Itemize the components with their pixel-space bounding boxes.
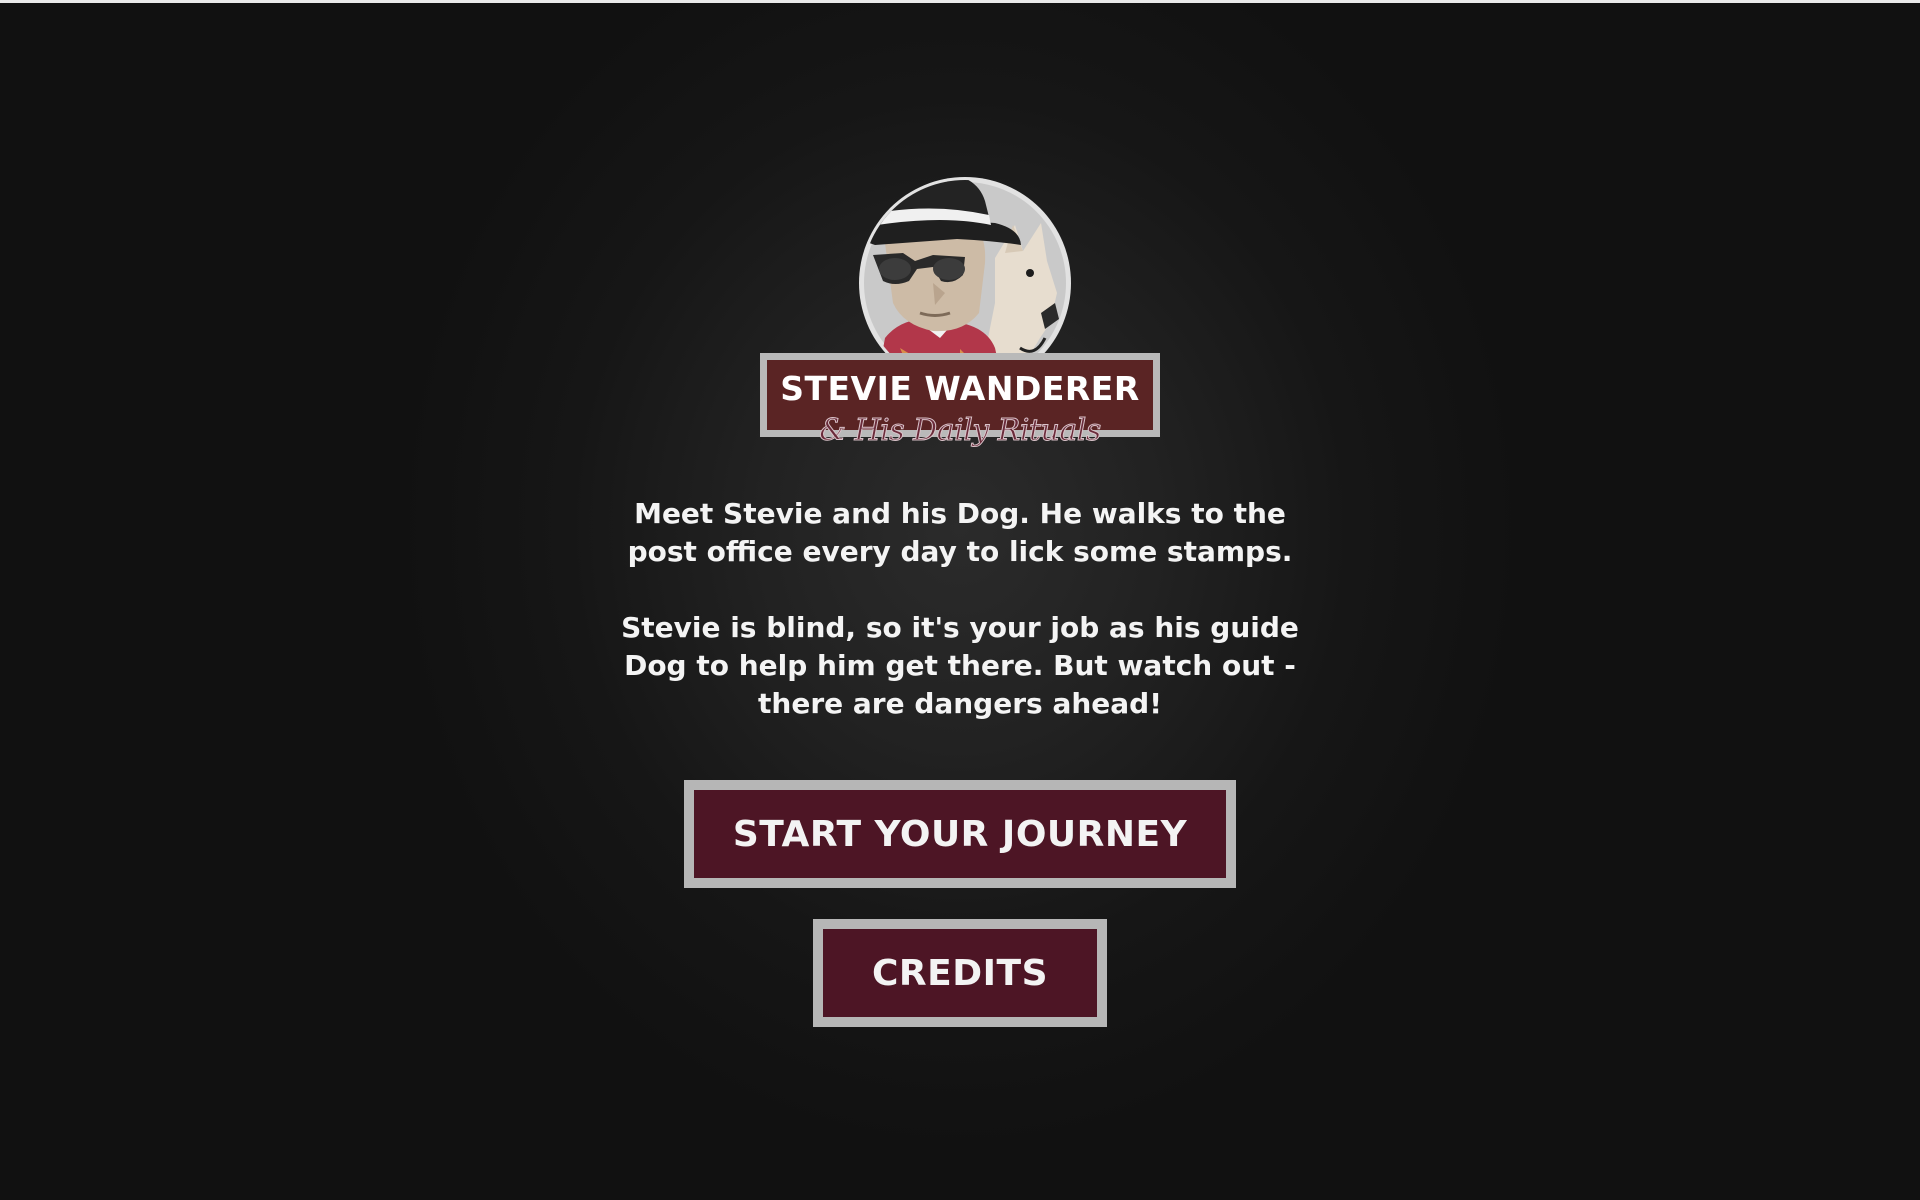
description-line: Stevie is blind, so it's your job as his… <box>621 611 1299 644</box>
game-subtitle: & His Daily Rituals <box>819 413 1102 449</box>
description-paragraph-1: Meet Stevie and his Dog. He walks to the… <box>560 495 1360 571</box>
description-paragraph-2: Stevie is blind, so it's your job as his… <box>560 609 1360 723</box>
description-line: there are dangers ahead! <box>758 687 1162 720</box>
description-line: Dog to help him get there. But watch out… <box>624 649 1296 682</box>
game-title: STEVIE WANDERER <box>780 368 1140 408</box>
start-journey-button[interactable]: START YOUR JOURNEY <box>684 780 1236 888</box>
description-line: post office every day to lick some stamp… <box>627 535 1293 568</box>
credits-button[interactable]: CREDITS <box>813 919 1107 1027</box>
title-screen: STEVIE WANDERER & His Daily Rituals Meet… <box>0 0 1920 1200</box>
game-description: Meet Stevie and his Dog. He walks to the… <box>560 495 1360 761</box>
game-logo: STEVIE WANDERER & His Daily Rituals <box>760 155 1160 465</box>
description-line: Meet Stevie and his Dog. He walks to the <box>634 497 1286 530</box>
